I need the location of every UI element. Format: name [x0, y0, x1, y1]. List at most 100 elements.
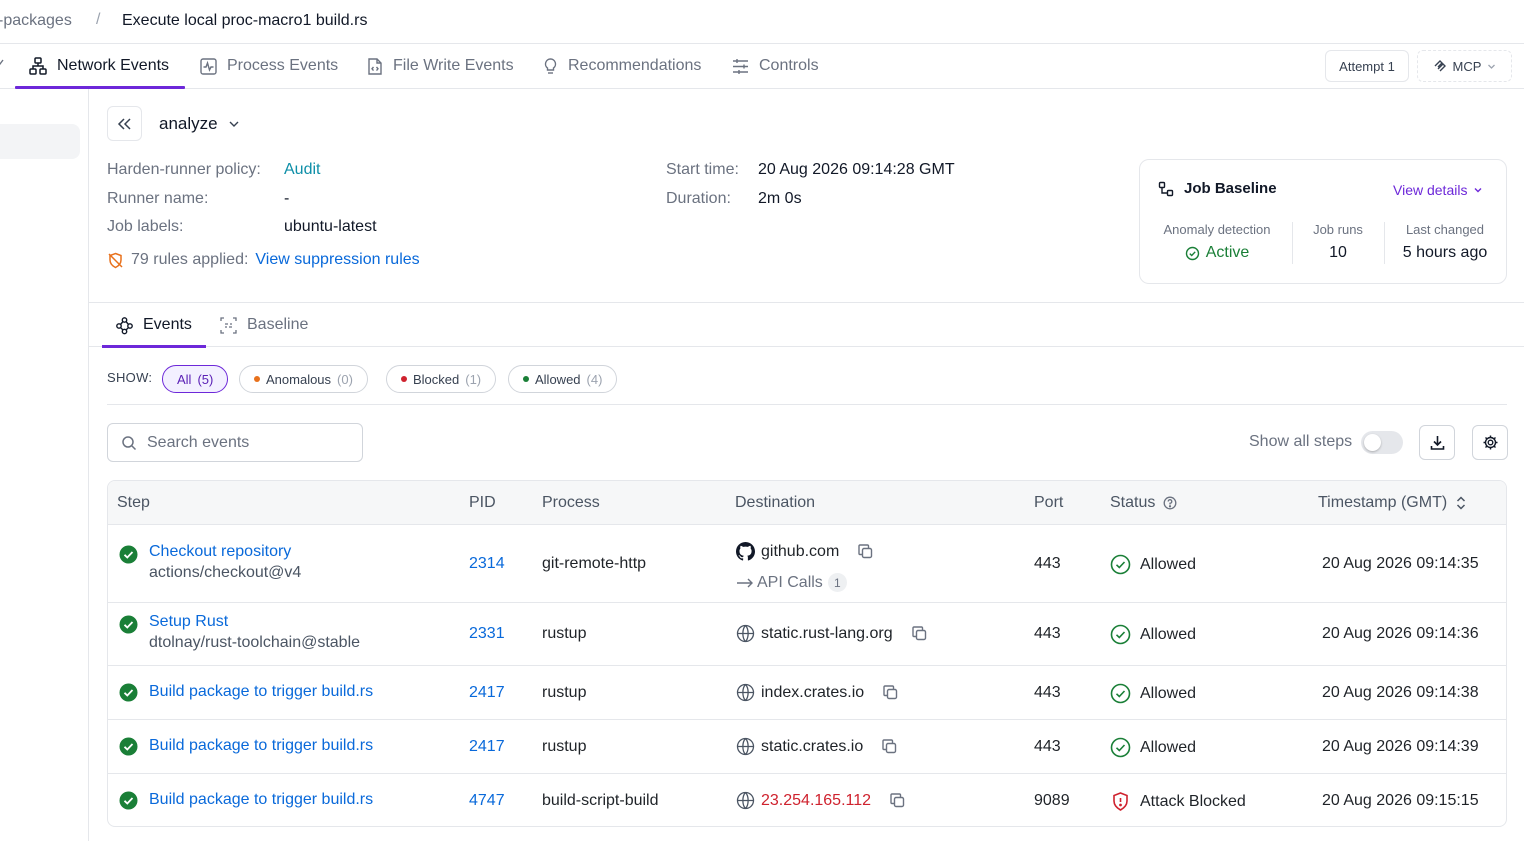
- filter-divider: [107, 404, 1507, 405]
- pid-link[interactable]: 2417: [469, 738, 505, 756]
- destination-ip: 23.254.165.112: [761, 791, 872, 809]
- job-selector[interactable]: analyze: [159, 114, 240, 134]
- success-check-icon: [119, 791, 138, 810]
- file-code-icon: [366, 57, 384, 76]
- step-name-link[interactable]: Setup Rust: [149, 613, 228, 631]
- copy-icon[interactable]: [881, 738, 898, 755]
- step-name-link[interactable]: Build package to trigger build.rs: [149, 737, 373, 755]
- column-header-status-label: Status: [1110, 494, 1156, 511]
- view-suppression-rules-link[interactable]: View suppression rules: [255, 251, 419, 269]
- sort-icon: [1455, 495, 1467, 511]
- copy-icon[interactable]: [857, 543, 874, 560]
- last-changed-value: 5 hours ago: [1402, 244, 1488, 261]
- globe-icon: [736, 737, 755, 756]
- tab-controls[interactable]: Controls: [731, 44, 819, 88]
- breadcrumb-current: Execute local proc-macro1 build.rs: [122, 12, 368, 29]
- chip-count: (0): [337, 371, 353, 387]
- sidebar-item-selected[interactable]: [0, 124, 80, 159]
- job-labels-label: Job labels:: [107, 218, 184, 235]
- filter-chip-allowed[interactable]: Allowed (4): [508, 365, 618, 393]
- table-row[interactable]: Checkout repository actions/checkout@v4 …: [108, 525, 1506, 603]
- tab-network-events[interactable]: Network Events: [28, 44, 169, 88]
- chevron-down-icon[interactable]: [0, 58, 4, 66]
- column-header-status[interactable]: Status: [1110, 494, 1177, 512]
- search-box[interactable]: [107, 423, 363, 462]
- pid-link[interactable]: 4747: [469, 792, 505, 810]
- show-filter-label: SHOW:: [107, 370, 153, 385]
- baseline-grid-icon: [219, 316, 238, 335]
- arrow-right-icon: [736, 577, 754, 589]
- status-cell: Allowed: [1110, 683, 1196, 704]
- tab-file-write-events[interactable]: File Write Events: [366, 44, 514, 88]
- network-events-table: Step PID Process Destination Port Status…: [107, 480, 1507, 827]
- step-name-link[interactable]: Build package to trigger build.rs: [149, 791, 373, 809]
- filter-chip-anomalous[interactable]: Anomalous (0): [239, 365, 368, 393]
- collapse-sidebar-button[interactable]: [107, 106, 142, 141]
- status-dot: [254, 376, 260, 382]
- start-time-value: 20 Aug 2026 09:14:28 GMT: [758, 161, 955, 178]
- pid-link[interactable]: 2331: [469, 625, 505, 643]
- globe-icon: [736, 683, 755, 702]
- column-header-port[interactable]: Port: [1034, 494, 1063, 512]
- download-button[interactable]: [1419, 425, 1455, 460]
- sliders-icon: [731, 57, 750, 76]
- status-cell: Allowed: [1110, 554, 1196, 575]
- status-text: Attack Blocked: [1140, 792, 1246, 810]
- table-row[interactable]: Build package to trigger build.rs 2417 r…: [108, 666, 1506, 720]
- filter-chip-blocked[interactable]: Blocked (1): [386, 365, 497, 393]
- anomaly-detection-value: Active: [1205, 244, 1250, 261]
- tab-label: Recommendations: [568, 57, 702, 74]
- subtab-events[interactable]: Events: [115, 303, 192, 347]
- step-cell: Setup Rust dtolnay/rust-toolchain@stable: [149, 613, 360, 652]
- chip-count: (1): [465, 371, 482, 387]
- attempt-selector[interactable]: Attempt 1: [1325, 50, 1409, 82]
- pid-link[interactable]: 2314: [469, 555, 505, 573]
- column-header-timestamp[interactable]: Timestamp (GMT): [1318, 494, 1467, 512]
- policy-value-link[interactable]: Audit: [284, 161, 320, 179]
- mcp-button[interactable]: MCP: [1417, 50, 1512, 82]
- chevron-down-icon: [1487, 62, 1496, 71]
- view-details-link[interactable]: View details: [1393, 182, 1483, 198]
- api-calls-link[interactable]: API Calls 1: [736, 573, 847, 592]
- copy-icon[interactable]: [889, 792, 906, 809]
- chip-label: Anomalous: [266, 371, 332, 387]
- breadcrumb-parent[interactable]: -packages: [0, 12, 72, 30]
- table-row[interactable]: Build package to trigger build.rs 2417 r…: [108, 720, 1506, 774]
- chevron-down-icon: [228, 118, 240, 130]
- status-text: Allowed: [1140, 625, 1197, 643]
- subtab-baseline[interactable]: Baseline: [219, 303, 308, 347]
- tab-recommendations[interactable]: Recommendations: [542, 44, 701, 88]
- success-check-icon: [119, 615, 138, 634]
- port: 443: [1034, 738, 1061, 755]
- pid-link[interactable]: 2417: [469, 684, 505, 702]
- destination-host: static.rust-lang.org: [761, 624, 893, 642]
- baseline-title-text: Job Baseline: [1184, 180, 1277, 197]
- tab-process-events[interactable]: Process Events: [199, 44, 338, 88]
- column-header-pid[interactable]: PID: [469, 494, 496, 512]
- table-row[interactable]: Setup Rust dtolnay/rust-toolchain@stable…: [108, 603, 1506, 666]
- help-circle-icon[interactable]: [1163, 496, 1177, 510]
- show-all-steps-label: Show all steps: [1249, 433, 1353, 450]
- column-header-destination[interactable]: Destination: [735, 494, 815, 512]
- step-name-link[interactable]: Checkout repository: [149, 543, 291, 561]
- column-header-process[interactable]: Process: [542, 494, 600, 512]
- job-runs-label: Job runs: [1313, 222, 1363, 237]
- success-check-icon: [119, 683, 138, 702]
- stat-divider: [1292, 222, 1293, 264]
- filter-chip-all[interactable]: All (5): [162, 365, 229, 393]
- settings-button[interactable]: [1472, 425, 1508, 460]
- column-header-step[interactable]: Step: [117, 494, 150, 512]
- table-header: Step PID Process Destination Port Status…: [108, 481, 1506, 525]
- tab-label: Network Events: [57, 57, 170, 74]
- table-row[interactable]: Build package to trigger build.rs 4747 b…: [108, 774, 1506, 826]
- step-name-link[interactable]: Build package to trigger build.rs: [149, 683, 373, 701]
- show-all-steps-toggle[interactable]: [1361, 431, 1403, 454]
- toggle-knob: [1364, 434, 1381, 451]
- search-input[interactable]: [147, 433, 337, 452]
- duration-value: 2m 0s: [758, 190, 802, 207]
- anomaly-detection-value-row: Active: [1157, 244, 1277, 262]
- copy-icon[interactable]: [882, 684, 899, 701]
- runner-value: -: [284, 190, 290, 207]
- copy-icon[interactable]: [911, 625, 928, 642]
- step-cell: Checkout repository actions/checkout@v4: [149, 543, 301, 582]
